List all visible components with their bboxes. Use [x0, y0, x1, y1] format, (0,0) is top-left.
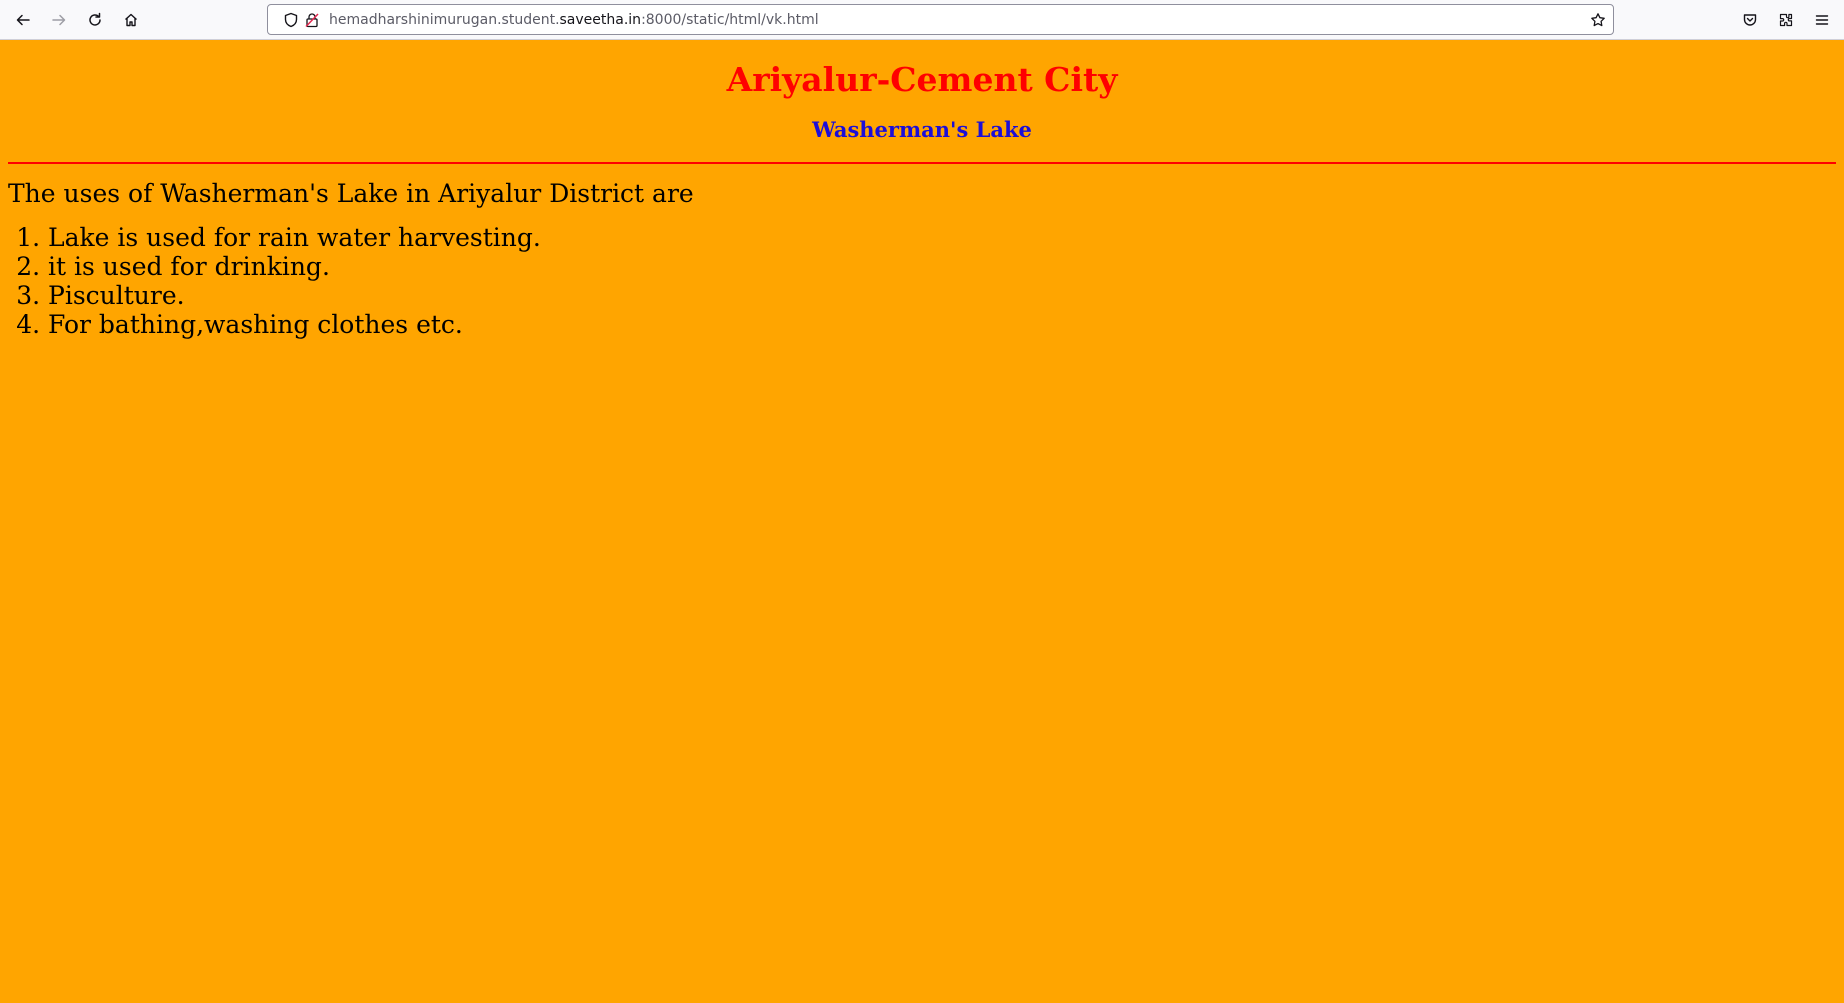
- list-item: Lake is used for rain water harvesting.: [48, 223, 1836, 252]
- url-suffix: :8000/static/html/vk.html: [641, 12, 819, 28]
- back-arrow-icon: [16, 14, 30, 26]
- tracking-protection-shield-icon[interactable]: [283, 12, 299, 28]
- reload-icon: [89, 12, 101, 26]
- url-domain: saveetha.in: [559, 12, 642, 28]
- insecure-lock-icon[interactable]: [304, 12, 320, 28]
- list-item: it is used for drinking.: [48, 252, 1836, 281]
- bookmark-star-icon[interactable]: [1590, 12, 1606, 28]
- hamburger-menu-icon: [1815, 15, 1829, 25]
- home-icon: [125, 13, 137, 27]
- pocket-button[interactable]: [1736, 6, 1764, 34]
- forward-arrow-icon: [52, 14, 66, 26]
- extensions-button[interactable]: [1772, 6, 1800, 34]
- home-button[interactable]: [117, 6, 145, 34]
- url-text[interactable]: hemadharshinimurugan.student.saveetha.in…: [329, 12, 819, 28]
- list-item: Pisculture.: [48, 281, 1836, 310]
- back-button[interactable]: [9, 6, 37, 34]
- pocket-icon: [1743, 14, 1757, 26]
- page-subtitle: Washerman's Lake: [812, 117, 1032, 142]
- address-bar[interactable]: hemadharshinimurugan.student.saveetha.in…: [267, 4, 1614, 35]
- page-content: Ariyalur-Cement City Washerman's Lake Th…: [0, 40, 1844, 1003]
- browser-toolbar: hemadharshinimurugan.student.saveetha.in…: [0, 0, 1844, 40]
- page-title: Ariyalur-Cement City: [726, 60, 1118, 99]
- reload-button[interactable]: [81, 6, 109, 34]
- forward-button[interactable]: [45, 6, 73, 34]
- horizontal-rule: [8, 162, 1836, 164]
- url-prefix: hemadharshinimurugan.student.: [329, 12, 560, 28]
- intro-text: The uses of Washerman's Lake in Ariyalur…: [8, 179, 694, 208]
- browser-window: hemadharshinimurugan.student.saveetha.in…: [0, 0, 1844, 1003]
- extensions-icon: [1779, 13, 1793, 27]
- list-item: For bathing,washing clothes etc.: [48, 310, 1836, 339]
- menu-button[interactable]: [1808, 6, 1836, 34]
- uses-list: Lake is used for rain water harvesting. …: [8, 223, 1836, 339]
